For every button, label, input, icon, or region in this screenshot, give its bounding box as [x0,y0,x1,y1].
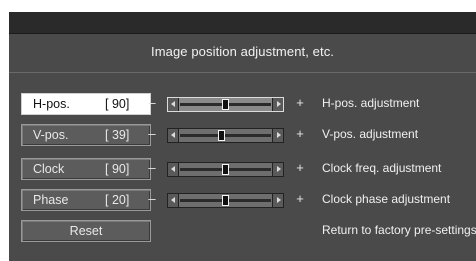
phase-description: Clock phase adjustment [322,192,451,206]
clock-slider[interactable] [167,162,284,177]
row-v-pos: V-pos. [ 39] – + V-pos. adjustment [9,124,476,146]
v-pos-description: V-pos. adjustment [322,127,419,141]
slider-thumb[interactable] [222,164,229,175]
reset-description: Return to factory pre-settings [322,223,476,237]
divider [9,72,476,73]
arrow-left-icon[interactable] [168,98,179,111]
clock-minus-icon[interactable]: – [146,160,158,175]
arrow-left-icon[interactable] [168,163,179,176]
slider-track [180,134,271,137]
h-pos-minus-icon[interactable]: – [146,95,158,110]
row-phase: Phase [ 20] – + Clock phase adjustment [9,189,476,211]
slider-thumb[interactable] [218,130,225,141]
h-pos-value: [ 90] [105,97,130,111]
phase-slider[interactable] [167,193,284,208]
phase-value: [ 20] [105,193,130,207]
h-pos-button[interactable]: H-pos. [ 90] [21,93,151,115]
v-pos-label: V-pos. [33,128,69,142]
row-h-pos: H-pos. [ 90] – + H-pos. adjustment [9,93,476,115]
clock-button[interactable]: Clock [ 90] [21,158,151,180]
h-pos-slider[interactable] [167,97,284,112]
phase-button[interactable]: Phase [ 20] [21,189,151,211]
phase-plus-icon[interactable]: + [294,191,306,206]
h-pos-description: H-pos. adjustment [322,96,420,110]
v-pos-value: [ 39] [105,128,130,142]
v-pos-button[interactable]: V-pos. [ 39] [21,124,151,146]
v-pos-minus-icon[interactable]: – [146,126,158,141]
arrow-right-icon[interactable] [272,98,283,111]
clock-plus-icon[interactable]: + [294,160,306,175]
h-pos-plus-icon[interactable]: + [294,95,306,110]
slider-thumb[interactable] [222,195,229,206]
v-pos-slider[interactable] [167,128,284,143]
clock-label: Clock [33,162,65,176]
osd-title-bar [9,12,476,34]
slider-thumb[interactable] [222,99,229,110]
arrow-left-icon[interactable] [168,194,179,207]
arrow-right-icon[interactable] [272,129,283,142]
h-pos-label: H-pos. [33,97,70,111]
osd-panel: Image position adjustment, etc. H-pos. [… [9,12,476,261]
phase-label: Phase [33,193,69,207]
phase-minus-icon[interactable]: – [146,191,158,206]
arrow-left-icon[interactable] [168,129,179,142]
clock-value: [ 90] [105,162,130,176]
row-clock: Clock [ 90] – + Clock freq. adjustment [9,158,476,180]
arrow-right-icon[interactable] [272,194,283,207]
page-title: Image position adjustment, etc. [150,44,335,59]
arrow-right-icon[interactable] [272,163,283,176]
reset-button[interactable]: Reset [21,220,151,242]
clock-description: Clock freq. adjustment [322,161,442,175]
row-reset: Reset Return to factory pre-settings [9,220,476,242]
v-pos-plus-icon[interactable]: + [294,126,306,141]
